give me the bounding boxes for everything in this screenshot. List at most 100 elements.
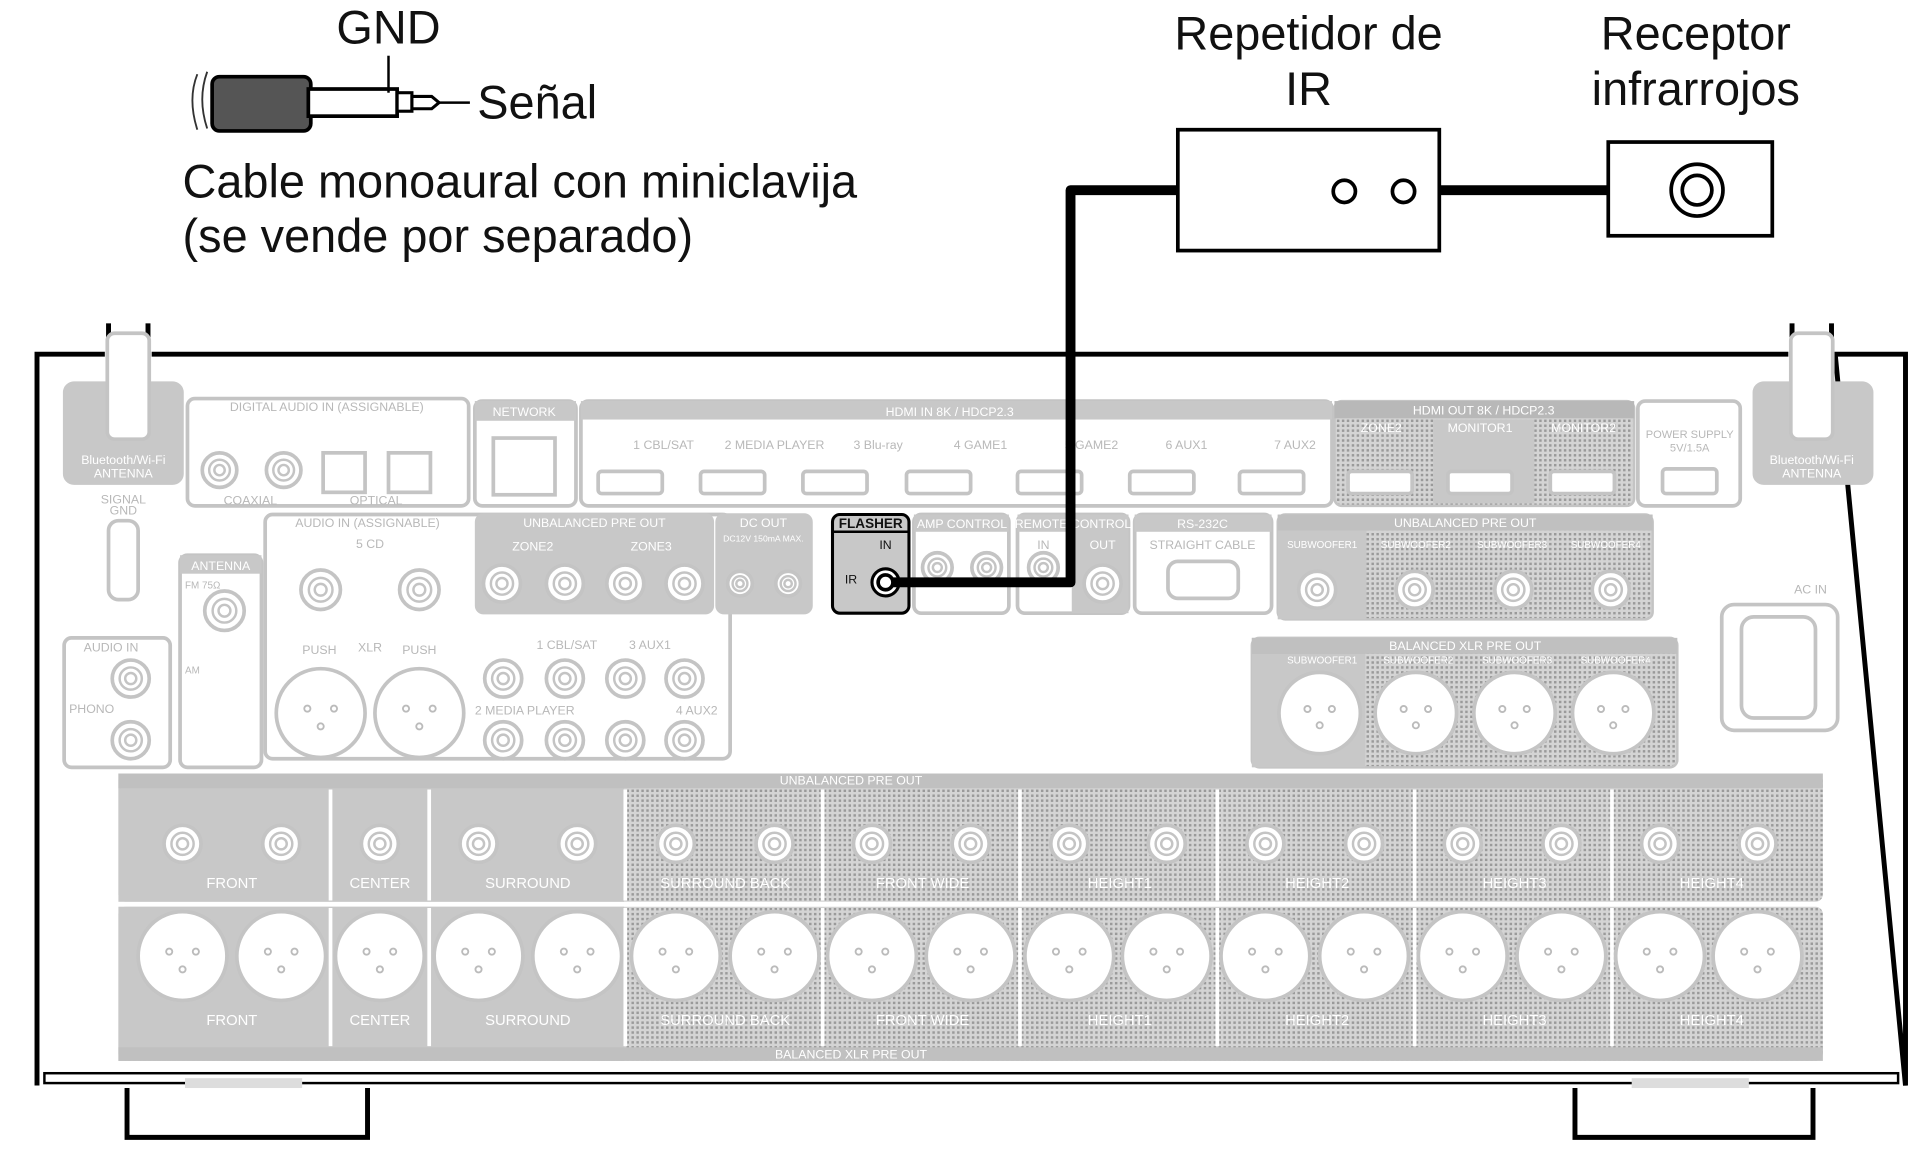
- svg-text:OPTICAL: OPTICAL: [350, 494, 403, 508]
- xlr-jack: [1373, 670, 1459, 756]
- svg-text:AC IN: AC IN: [1794, 582, 1827, 596]
- rca-jack: [664, 719, 705, 761]
- svg-text:2 MEDIA PLAYER: 2 MEDIA PLAYER: [475, 703, 575, 717]
- flasher-in-section: FLASHER IN IR: [830, 512, 911, 615]
- rca-jack: [950, 823, 991, 865]
- svg-text:GND: GND: [110, 504, 137, 518]
- svg-text:5V/1.5A: 5V/1.5A: [1670, 443, 1710, 455]
- hdmi-port: [1127, 469, 1196, 496]
- svg-text:5 CD: 5 CD: [356, 537, 384, 551]
- rca-jack: [359, 823, 401, 865]
- svg-text:UNBALANCED PRE OUT: UNBALANCED PRE OUT: [780, 774, 923, 788]
- channel-label: HEIGHT1: [1088, 1013, 1152, 1029]
- svg-text:IN: IN: [1037, 538, 1049, 552]
- svg-text:ANTENNA: ANTENNA: [191, 559, 251, 573]
- svg-text:4 AUX2: 4 AUX2: [676, 703, 718, 717]
- svg-text:NETWORK: NETWORK: [493, 405, 557, 419]
- svg-text:SUBWOOFER2: SUBWOOFER2: [1381, 540, 1451, 551]
- hdmi-port: [1346, 469, 1415, 496]
- svg-text:SUBWOOFER1: SUBWOOFER1: [1287, 656, 1357, 667]
- ir-flasher-connection-diagram: GND Señal Cable monoaural con miniclavij…: [34, 1, 1908, 1140]
- flasher-label: FLASHER: [839, 516, 903, 531]
- bt-antenna-label2: ANTENNA: [94, 467, 154, 481]
- rca-jack: [604, 658, 646, 699]
- rca-jack: [1146, 823, 1188, 865]
- bt-antenna-label: Bluetooth/Wi-Fi: [81, 453, 165, 467]
- rca-jack: [664, 658, 705, 699]
- xlr-jack: [629, 909, 723, 1003]
- rca-jack: [556, 823, 598, 865]
- optical-port: [321, 451, 367, 495]
- rca-jack: [1492, 569, 1534, 611]
- svg-text:HDMI IN 8K / HDCP2.3: HDMI IN 8K / HDCP2.3: [886, 405, 1014, 419]
- optical-port: [386, 451, 433, 495]
- svg-text:AUDIO IN: AUDIO IN: [84, 640, 139, 654]
- rca-jack: [1737, 823, 1778, 865]
- repeater-label-line2: IR: [1285, 63, 1332, 115]
- svg-text:SUBWOOFER3: SUBWOOFER3: [1477, 540, 1548, 551]
- xlr-jack: [530, 909, 624, 1003]
- xlr-jack: [1613, 909, 1707, 1003]
- rca-jack: [1245, 823, 1286, 865]
- svg-text:1 CBL/SAT: 1 CBL/SAT: [633, 438, 694, 452]
- svg-text:UNBALANCED PRE OUT: UNBALANCED PRE OUT: [1394, 516, 1537, 530]
- svg-text:SUBWOOFER2: SUBWOOFER2: [1383, 656, 1453, 667]
- flasher-in-label: IN: [879, 538, 891, 552]
- svg-text:2 MEDIA PLAYER: 2 MEDIA PLAYER: [725, 438, 825, 452]
- rca-jack: [773, 569, 803, 598]
- svg-text:SUBWOOFER4: SUBWOOFER4: [1581, 656, 1652, 667]
- rca-jack: [604, 719, 646, 761]
- xlr-jack: [274, 666, 367, 760]
- svg-text:4 GAME1: 4 GAME1: [954, 438, 1008, 452]
- xlr-jack: [1515, 909, 1608, 1003]
- svg-text:PUSH: PUSH: [402, 643, 436, 657]
- rca-jack: [482, 658, 524, 699]
- svg-text:7 AUX2: 7 AUX2: [1274, 438, 1316, 452]
- receiver-label-line2: infrarrojos: [1592, 63, 1800, 115]
- svg-text:1 CBL/SAT: 1 CBL/SAT: [537, 638, 598, 652]
- svg-text:3 AUX1: 3 AUX1: [629, 638, 671, 652]
- svg-text:SUBWOOFER4: SUBWOOFER4: [1571, 540, 1642, 551]
- hdmi-port: [596, 469, 665, 496]
- rca-jack: [544, 563, 586, 604]
- svg-text:POWER SUPPLY: POWER SUPPLY: [1646, 429, 1735, 441]
- svg-text:BALANCED XLR PRE OUT: BALANCED XLR PRE OUT: [775, 1047, 928, 1061]
- receiver-label-line1: Receptor: [1601, 8, 1791, 60]
- channel-label: CENTER: [349, 876, 410, 892]
- rca-jack: [1590, 569, 1632, 611]
- mono-mini-plug-illustration: [191, 55, 470, 133]
- svg-text:RS-232C: RS-232C: [1177, 517, 1228, 531]
- xlr-jack: [1277, 670, 1363, 756]
- hdmi-port: [801, 469, 869, 496]
- svg-text:MONITOR2: MONITOR2: [1551, 421, 1616, 435]
- ir-repeater-box: [1175, 127, 1442, 253]
- svg-text:PHONO: PHONO: [69, 702, 114, 716]
- channel-label: FRONT: [206, 876, 257, 892]
- svg-text:SUBWOOFER3: SUBWOOFER3: [1482, 656, 1553, 667]
- rca-jack: [725, 569, 755, 598]
- rca-jack: [544, 658, 586, 699]
- rca-jack: [299, 568, 343, 612]
- xlr-jack: [373, 666, 466, 760]
- channel-label: SURROUND BACK: [660, 1013, 790, 1029]
- svg-text:AMP CONTROL: AMP CONTROL: [917, 517, 1007, 531]
- channel-label: FRONT: [206, 1013, 257, 1029]
- channel-label: HEIGHT4: [1680, 876, 1744, 892]
- xlr-jack: [1023, 909, 1116, 1003]
- rear-panel-connectors: Bluetooth/Wi-Fi ANTENNA Bluetooth/Wi-Fi …: [62, 331, 1874, 1061]
- right-foot: [1572, 1088, 1816, 1140]
- rca-jack: [202, 589, 247, 633]
- gnd-label: GND: [336, 1, 440, 53]
- xlr-jack: [234, 909, 328, 1003]
- svg-text:UNBALANCED PRE OUT: UNBALANCED PRE OUT: [523, 516, 666, 530]
- svg-text:XLR: XLR: [358, 640, 382, 654]
- ir-receiver-box: [1606, 140, 1775, 238]
- svg-text:6 AUX1: 6 AUX1: [1166, 438, 1208, 452]
- rca-jack: [1442, 823, 1484, 865]
- rca-jack: [754, 823, 795, 865]
- channel-label: HEIGHT2: [1285, 1013, 1349, 1029]
- rca-jack: [1343, 823, 1385, 865]
- svg-text:DC12V 150mA MAX.: DC12V 150mA MAX.: [723, 534, 804, 544]
- xlr-jack: [1317, 909, 1411, 1003]
- channel-label: SURROUND: [485, 1013, 571, 1029]
